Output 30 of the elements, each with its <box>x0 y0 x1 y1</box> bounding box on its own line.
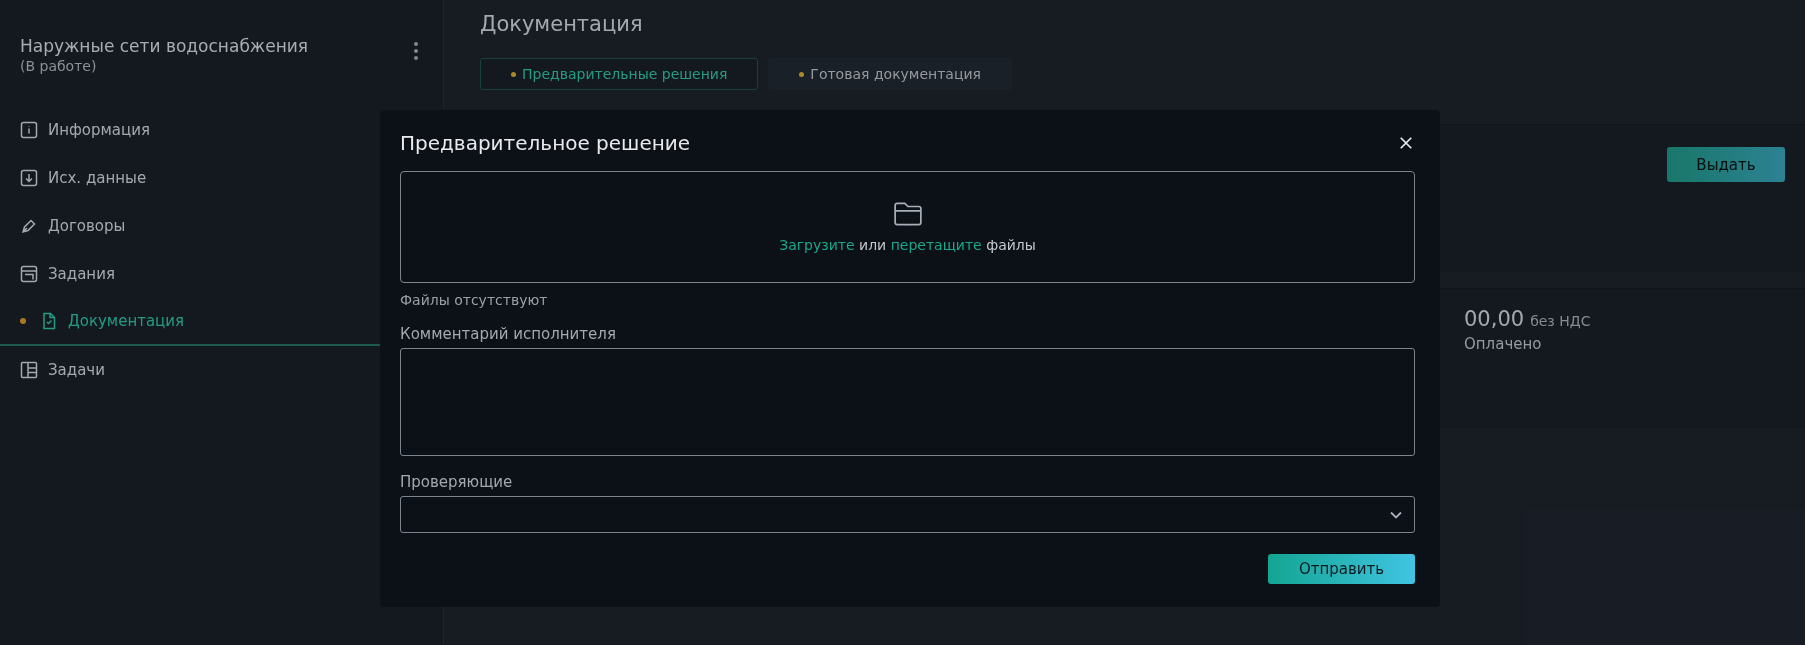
sidebar-item[interactable]: Задачи <box>0 346 443 394</box>
amount: 00,00 <box>1464 307 1525 331</box>
project-status: (В работе) <box>20 58 98 74</box>
chevron-down-icon <box>1390 510 1402 519</box>
upload-hint: Загрузите или перетащите файлы <box>779 237 1036 253</box>
tab[interactable]: Готовая документация <box>768 58 1012 90</box>
comment-field[interactable] <box>400 348 1415 456</box>
info-icon <box>20 121 38 139</box>
upload-link[interactable]: перетащите <box>890 237 982 253</box>
board-icon <box>20 361 38 379</box>
download-icon <box>20 169 38 187</box>
window-icon <box>20 265 38 283</box>
payment-status: Оплачено <box>1464 335 1542 353</box>
reviewers-select[interactable] <box>400 496 1415 533</box>
reviewers-label: Проверяющие <box>400 473 514 491</box>
tab[interactable]: Предварительные решения <box>480 58 759 90</box>
pen-icon <box>20 217 38 235</box>
upload-link[interactable]: Загрузите <box>779 237 855 253</box>
folder-icon <box>892 201 923 227</box>
project-title: Наружные сети водоснабжения <box>20 36 309 56</box>
document-icon <box>40 312 58 330</box>
page-title: Документация <box>479 11 644 38</box>
dialog-title: Предварительное решение <box>400 131 691 155</box>
close-icon[interactable] <box>1399 136 1413 150</box>
amount-note: без НДС <box>1530 313 1591 329</box>
submit-button[interactable]: Отправить <box>1268 554 1415 584</box>
more-icon[interactable] <box>413 41 419 61</box>
file-drop-zone[interactable]: Загрузите или перетащите файлы <box>400 171 1415 283</box>
active-dot <box>20 318 26 324</box>
issue-button[interactable]: Выдать <box>1667 147 1785 182</box>
